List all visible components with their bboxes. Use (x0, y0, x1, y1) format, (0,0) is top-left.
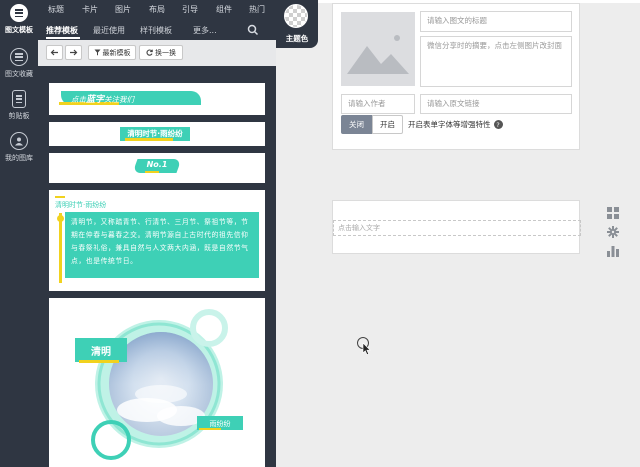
next-button[interactable] (65, 45, 82, 60)
template-list: 点击蓝字关注我们 清明时节·雨纷纷 No.1 清明时节·雨纷纷 清明节，又称踏青… (38, 66, 276, 467)
cover-image-placeholder[interactable] (341, 12, 415, 86)
tab-recommended[interactable]: 推荐模板 (46, 25, 78, 36)
prev-button[interactable] (46, 45, 63, 60)
enhanced-features-label: 开启表单字体等增强特性 (408, 120, 491, 129)
poster-graphic (75, 309, 243, 460)
nav-link-card[interactable]: 卡片 (82, 4, 98, 15)
template-panel: 推荐模板 最近使用 样刊模板 更多... 最新模板 换一换 点击蓝字关注我们 清… (38, 20, 276, 467)
toggle-on-button[interactable]: 开启 (372, 115, 403, 134)
arrow-left-icon (50, 49, 58, 56)
author-input[interactable]: 请输入作者 (341, 94, 415, 114)
rail-item-label: 我的图库 (5, 154, 33, 162)
rail-item-label: 剪贴板 (8, 112, 30, 120)
yellow-dot (57, 215, 64, 222)
icon-rail: 图文模板 图文收藏 剪贴板 我的图库 (0, 0, 38, 467)
nav-link-image[interactable]: 图片 (115, 4, 131, 15)
arrow-right-icon (70, 49, 78, 56)
rail-item-templates[interactable]: 图文模板 (0, 0, 38, 42)
follow-text-strong: 蓝字 (86, 95, 105, 105)
yellow-accent (145, 171, 159, 173)
summary-textarea[interactable]: 微信分享时的摘要，点击左侧图片改封面 (420, 36, 572, 87)
content-input[interactable]: 点击输入文字 (333, 220, 581, 236)
checkerboard-swatch-icon (284, 4, 308, 28)
active-tab-indicator (46, 37, 80, 39)
title-banner-text: 清明时节·雨纷纷 (127, 129, 183, 138)
latest-templates-button[interactable]: 最新模板 (88, 45, 136, 60)
nav-link-component[interactable]: 组件 (216, 4, 232, 15)
shuffle-button[interactable]: 换一换 (139, 45, 183, 60)
template-title-banner[interactable]: 清明时节·雨纷纷 (49, 122, 265, 146)
clipboard-icon (12, 90, 26, 108)
latest-templates-label: 最新模板 (102, 48, 131, 57)
user-gallery-icon (10, 132, 28, 150)
help-icon[interactable]: ? (493, 120, 503, 129)
follow-us-text: 点击蓝字关注我们 (71, 92, 134, 105)
rail-item-label: 图文收藏 (5, 70, 33, 78)
article-heading: 清明时节·雨纷纷 (55, 201, 107, 209)
favorites-icon (10, 48, 28, 66)
content-editor-card: 点击输入文字 (332, 200, 581, 254)
search-icon[interactable] (246, 23, 260, 37)
toggle-off-button[interactable]: 关闭 (341, 115, 372, 134)
tab-recent[interactable]: 最近使用 (93, 25, 125, 36)
badge-text: No.1 (146, 160, 168, 169)
nav-link-popular[interactable]: 热门 (249, 4, 265, 15)
rail-item-clipboard[interactable]: 剪贴板 (0, 86, 38, 128)
source-link-input[interactable]: 请输入原文链接 (420, 94, 572, 114)
rail-item-gallery[interactable]: 我的图库 (0, 128, 38, 170)
article-body: 清明节，又称踏青节、行清节、三月节、祭祖节等，节期在仲春与暮春之交。清明节源自上… (65, 212, 259, 278)
nav-link-layout[interactable]: 布局 (149, 4, 165, 15)
image-placeholder-icon (347, 35, 409, 74)
theme-color-label: 主题色 (285, 34, 309, 43)
poster-label: 清明 (91, 347, 111, 358)
nav-link-guide[interactable]: 引导 (182, 4, 198, 15)
side-tools (606, 206, 622, 262)
article-meta-card: 请输入图文的标题 微信分享时的摘要，点击左侧图片改封面 请输入作者 请输入原文链… (332, 3, 580, 150)
shuffle-label: 换一换 (155, 48, 176, 57)
mouse-cursor-icon (357, 337, 371, 355)
rail-item-label: 图文模板 (5, 26, 33, 34)
nav-link-title[interactable]: 标题 (48, 4, 64, 15)
template-list-icon (10, 4, 28, 22)
tab-sample[interactable]: 样刊模板 (140, 25, 172, 36)
gear-icon[interactable] (606, 225, 620, 239)
template-toolbar: 最新模板 换一换 (38, 40, 276, 66)
bar-chart-icon[interactable] (606, 244, 620, 258)
title-input[interactable]: 请输入图文的标题 (420, 11, 572, 32)
template-article-card[interactable]: 清明时节·雨纷纷 清明节，又称踏青节、行清节、三月节、祭祖节等，节期在仲春与暮春… (49, 190, 265, 291)
theme-color-button[interactable]: 主题色 (276, 0, 318, 48)
template-tabs: 推荐模板 最近使用 样刊模板 更多... (38, 20, 276, 40)
refresh-icon (146, 49, 153, 56)
enhanced-features-setting: 开启表单字体等增强特性 ? (408, 119, 503, 130)
tab-more[interactable]: 更多... (193, 25, 217, 36)
rail-item-favorites[interactable]: 图文收藏 (0, 44, 38, 86)
follow-text-post: 关注我们 (104, 95, 135, 104)
yellow-bar (59, 213, 62, 283)
filter-icon (94, 49, 100, 56)
template-number-badge[interactable]: No.1 (49, 153, 265, 183)
top-nav: 标题 卡片 图片 布局 引导 组件 热门 (38, 0, 276, 20)
template-qingming-poster[interactable]: 清明 雨纷纷 (49, 298, 265, 467)
grid-icon[interactable] (606, 206, 620, 220)
poster-tag: 雨纷纷 (209, 420, 231, 428)
yellow-accent (55, 196, 65, 198)
template-follow-us[interactable]: 点击蓝字关注我们 (49, 83, 265, 115)
follow-text-pre: 点击 (71, 95, 86, 104)
